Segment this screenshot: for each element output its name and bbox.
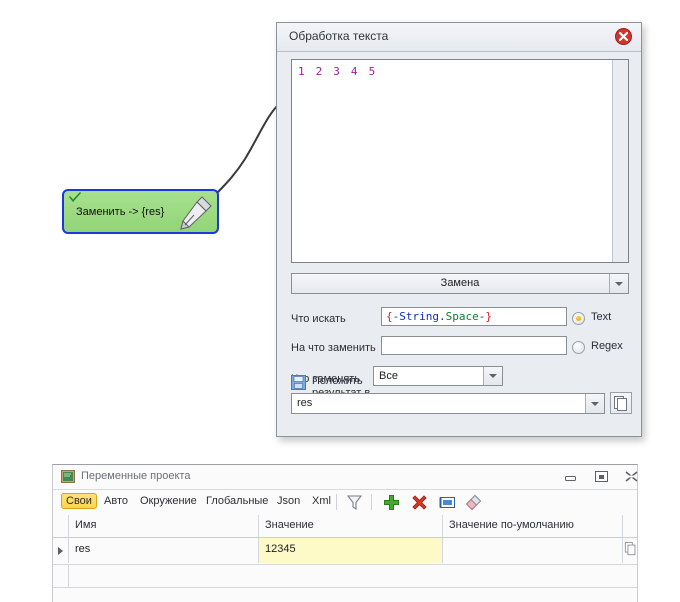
what-to-replace-value: Все: [379, 370, 398, 382]
project-variables-panel: Переменные проекта Свои Авто Окружение Г…: [52, 464, 638, 602]
tab-json[interactable]: Json: [272, 493, 305, 509]
add-plus-icon[interactable]: [383, 494, 400, 511]
chevron-down-icon[interactable]: [585, 394, 604, 413]
tab-globalnye[interactable]: Глобальные: [201, 493, 273, 509]
radio-regex-dot: [572, 341, 585, 354]
panel-toolbar: Свои Авто Окружение Глобальные Json Xml: [53, 489, 637, 516]
table-header-default: Значение по-умолчанию: [443, 515, 623, 537]
table-row[interactable]: res 12345: [53, 538, 637, 565]
radio-text-label: Text: [591, 311, 612, 323]
cell-value[interactable]: 12345: [259, 538, 443, 563]
row-selector[interactable]: [53, 538, 69, 563]
tab-svoi[interactable]: Свои: [61, 493, 97, 509]
minimize-icon[interactable]: [563, 470, 578, 483]
tab-xml[interactable]: Xml: [307, 493, 336, 509]
dialog-titlebar[interactable]: Обработка текста: [277, 23, 641, 52]
variables-table: Имя Значение Значение по-умолчанию res 1…: [53, 515, 637, 588]
radio-regex-label: Regex: [591, 340, 623, 352]
what-to-replace-combo[interactable]: Все: [373, 366, 503, 386]
restore-icon[interactable]: [594, 470, 609, 483]
result-variable-value: res: [297, 397, 313, 409]
panel-titlebar[interactable]: Переменные проекта: [53, 465, 639, 489]
cell-default[interactable]: [443, 538, 623, 563]
table-header-marker: [53, 515, 69, 537]
green-check-icon: [69, 192, 81, 202]
dialog-title: Обработка текста: [289, 29, 389, 43]
close-icon[interactable]: [624, 470, 639, 483]
text-editor-area[interactable]: 1 2 3 4 5: [291, 59, 629, 263]
table-empty-marker: [53, 565, 69, 587]
toolbar-separator-2: [371, 494, 372, 510]
copy-pages-icon: [614, 396, 627, 411]
text-editor-content: 1 2 3 4 5: [298, 65, 378, 78]
chevron-down-icon[interactable]: [483, 367, 502, 385]
table-header-row: Имя Значение Значение по-умолчанию: [53, 515, 637, 538]
workflow-node-replace[interactable]: Заменить -> {res}: [62, 189, 219, 234]
result-variable-combo[interactable]: res: [291, 393, 605, 414]
panel-title: Переменные проекта: [81, 470, 191, 482]
table-empty-row: [53, 565, 637, 588]
filter-funnel-icon[interactable]: [346, 494, 363, 511]
operation-mode-combo[interactable]: Замена: [291, 273, 629, 294]
chalkboard-icon: [61, 470, 75, 483]
operation-mode-value: Замена: [440, 277, 480, 289]
cell-copy[interactable]: [623, 538, 639, 563]
replace-input[interactable]: [381, 336, 567, 355]
text-editor-scrollbar[interactable]: [612, 60, 628, 262]
table-header-value: Значение: [259, 515, 443, 537]
copy-variable-button[interactable]: [610, 392, 632, 414]
text-processing-dialog: Обработка текста 1 2 3 4 5 Замена Что ис…: [276, 22, 642, 437]
radio-text-dot: [572, 312, 585, 325]
eraser-icon[interactable]: [465, 494, 482, 511]
close-circle-icon[interactable]: [615, 28, 632, 45]
delete-cross-icon[interactable]: [411, 494, 428, 511]
node-label: Заменить -> {res}: [76, 206, 165, 218]
copy-pages-icon: [624, 542, 636, 556]
cell-name[interactable]: res: [69, 538, 259, 563]
toolbar-separator-1: [336, 494, 337, 510]
search-input[interactable]: {-String.Space-}: [381, 307, 567, 326]
tab-avto[interactable]: Авто: [99, 493, 133, 509]
floppy-save-icon: [291, 375, 306, 390]
tab-okruzhenie[interactable]: Окружение: [135, 493, 202, 509]
app-root: Заменить -> {res} Обработка текста 1 2 3…: [0, 0, 680, 602]
rename-icon[interactable]: [439, 494, 456, 511]
search-input-value: {-String.Space-}: [386, 310, 492, 323]
replace-label: На что заменить: [291, 342, 376, 354]
chevron-down-icon[interactable]: [609, 274, 628, 293]
table-header-name: Имя: [69, 515, 259, 537]
quill-pen-icon: [180, 196, 212, 230]
table-header-extra: [623, 515, 639, 537]
search-label: Что искать: [291, 313, 346, 325]
